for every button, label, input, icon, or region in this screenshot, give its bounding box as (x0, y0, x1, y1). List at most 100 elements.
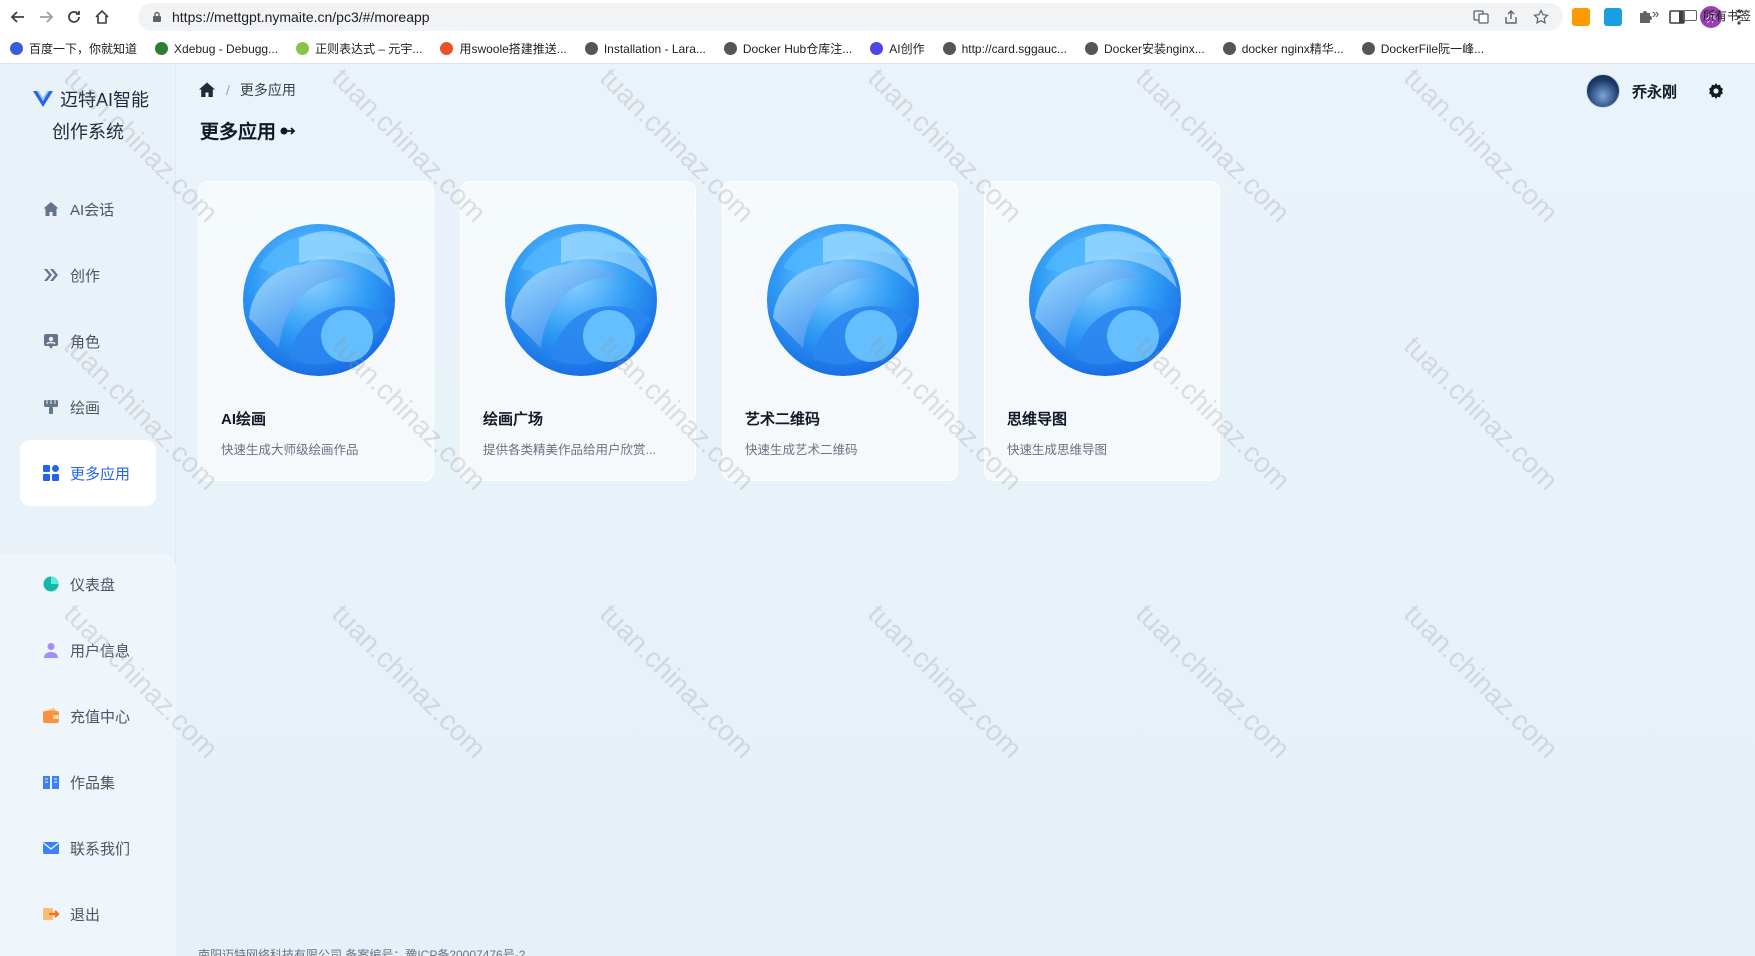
breadcrumb: / 更多应用 (198, 80, 296, 100)
sidebar-item-label: 仪表盘 (70, 576, 116, 594)
reload-button[interactable] (60, 3, 88, 31)
sidebar-item-book[interactable]: 作品集 (20, 749, 156, 815)
brand-name-line2: 创作系统 (52, 122, 124, 142)
app-card[interactable]: AI绘画 快速生成大师级绘画作品 (198, 181, 434, 481)
brush-icon (44, 400, 58, 414)
user-menu[interactable]: 乔永刚 (1585, 74, 1725, 108)
address-bar[interactable]: https://mettgpt.nymaite.cn/pc3/#/moreapp (138, 3, 1563, 31)
secondary-menu: 仪表盘用户信息充值中心作品集联系我们退出 (20, 551, 156, 947)
app-card[interactable]: 绘画广场 提供各类精美作品给用户欣赏... (460, 181, 696, 481)
plus-extension-icon[interactable] (1604, 8, 1622, 26)
app-root: 迈特AI智能 创作系统 AI会话创作角色绘画更多应用 仪表盘用户信息充值中心作品… (0, 64, 1755, 956)
bookmark-label: Docker Hub仓库注... (742, 42, 853, 56)
gear-icon[interactable] (1707, 82, 1725, 100)
bookmark-item[interactable]: Xdebug - Debugg... (155, 42, 278, 56)
sidebar: 迈特AI智能 创作系统 AI会话创作角色绘画更多应用 仪表盘用户信息充值中心作品… (0, 64, 176, 956)
app-card[interactable]: 艺术二维码 快速生成艺术二维码 (722, 181, 958, 481)
sidebar-item-label: 充值中心 (70, 708, 131, 726)
app-orb-icon (767, 224, 919, 376)
home-icon (43, 202, 59, 216)
bookmark-item[interactable]: 正则表达式 – 元宇... (296, 40, 422, 57)
bookmark-item[interactable]: docker nginx精华... (1222, 40, 1344, 57)
sidebar-item-badge[interactable]: 角色 (20, 308, 156, 374)
bookmark-favicon-icon (155, 42, 169, 55)
app-card-desc: 快速生成思维导图 (1007, 443, 1108, 457)
app-card-desc: 快速生成艺术二维码 (745, 443, 858, 457)
url-text: https://mettgpt.nymaite.cn/pc3/#/moreapp (172, 9, 430, 25)
app-card-title: 绘画广场 (483, 411, 544, 428)
bookmark-item[interactable]: AI创作 (870, 40, 925, 57)
sidebar-item-label: 联系我们 (70, 840, 131, 858)
bookmarks-overflow-button[interactable]: » (1652, 6, 1659, 21)
back-button[interactable] (4, 3, 32, 31)
bookmark-item[interactable]: 百度一下，你就知道 (10, 40, 137, 57)
bookmark-label: http://card.sggauc... (961, 41, 1067, 56)
brand-name-line1: 迈特AI智能 (60, 90, 150, 110)
sidebar-item-wallet[interactable]: 充值中心 (20, 683, 156, 749)
arrow-right-icon (40, 11, 54, 23)
main-menu: AI会话创作角色绘画更多应用 (20, 176, 156, 506)
pie-chart-icon (43, 576, 59, 592)
sidebar-item-user[interactable]: 用户信息 (20, 617, 156, 683)
bookmark-label: AI创作 (889, 42, 925, 56)
share-icon[interactable] (1503, 9, 1519, 25)
main-content: / 更多应用 更多应用 乔永刚 AI绘画 快速生成大师级绘画作品 绘画广场 提供… (176, 64, 1755, 956)
app-card-grid: AI绘画 快速生成大师级绘画作品 绘画广场 提供各类精美作品给用户欣赏... 艺术二 (198, 181, 1220, 481)
app-orb-icon (1029, 224, 1181, 376)
sidebar-item-logout[interactable]: 退出 (20, 881, 156, 947)
sidebar-item-grid[interactable]: 更多应用 (20, 440, 156, 506)
sidebar-item-layers[interactable]: 创作 (20, 242, 156, 308)
bookmark-favicon-icon (942, 42, 956, 55)
bookmark-item[interactable]: DockerFile阮一峰... (1361, 40, 1484, 57)
layers-icon (44, 269, 58, 281)
sidebar-item-home[interactable]: AI会话 (20, 176, 156, 242)
title-decoration-icon (280, 126, 296, 135)
home-button[interactable] (88, 3, 116, 31)
bookmark-item[interactable]: http://card.sggauc... (942, 41, 1067, 56)
translate-icon[interactable] (1473, 9, 1489, 25)
bookmark-favicon-icon (870, 42, 884, 55)
sidebar-item-label: 作品集 (70, 774, 116, 792)
avatar[interactable] (1585, 74, 1620, 108)
bookmarks-bar: 百度一下，你就知道 Xdebug - Debugg... 正则表达式 – 元宇...… (0, 34, 1755, 64)
app-orb-icon (243, 224, 395, 376)
star-icon[interactable] (1533, 9, 1549, 25)
brand-logo[interactable]: 迈特AI智能 创作系统 (32, 86, 149, 144)
bookmark-item[interactable]: 用swoole搭建推送... (440, 40, 567, 57)
bookmark-favicon-icon (296, 42, 310, 55)
breadcrumb-separator: / (226, 82, 230, 98)
bookmark-favicon-icon (440, 42, 454, 55)
footer-text: 南阳迈特网络科技有限公司 备案编号：豫ICP备20007476号-2 (198, 948, 526, 956)
user-name[interactable]: 乔永刚 (1632, 81, 1677, 102)
sidebar-item-label: 更多应用 (70, 465, 131, 483)
sidebar-item-label: 绘画 (70, 399, 101, 417)
app-card[interactable]: 思维导图 快速生成思维导图 (984, 181, 1220, 481)
grid-icon (43, 465, 59, 481)
forward-button[interactable] (32, 3, 60, 31)
home-icon[interactable] (198, 81, 216, 99)
bookmark-favicon-icon (584, 42, 598, 55)
badge-icon (44, 334, 58, 349)
bookmark-label: Docker安装nginx... (1104, 42, 1205, 56)
bookmark-label: 用swoole搭建推送... (459, 42, 567, 56)
brand-v-icon (33, 90, 53, 107)
sidebar-item-pie-chart[interactable]: 仪表盘 (20, 551, 156, 617)
sidebar-item-label: 用户信息 (70, 642, 131, 660)
all-bookmarks-label: 所有书签 (1703, 9, 1752, 23)
sidebar-item-label: AI会话 (70, 201, 115, 219)
sidebar-item-mail[interactable]: 联系我们 (20, 815, 156, 881)
bookmark-item[interactable]: Docker安装nginx... (1085, 40, 1205, 57)
all-bookmarks-button[interactable]: 所有书签 (1683, 7, 1751, 24)
mail-icon (43, 842, 59, 854)
bookmark-item[interactable]: Installation - Lara... (584, 42, 706, 56)
folder-icon (1683, 10, 1697, 21)
bookmark-favicon-icon (10, 42, 23, 55)
bookmark-item[interactable]: Docker Hub仓库注... (723, 40, 853, 57)
bookmark-favicon-icon (1085, 42, 1098, 55)
book-icon (43, 776, 59, 789)
sidebar-item-label: 角色 (70, 333, 101, 351)
amazon-extension-icon[interactable] (1572, 8, 1590, 26)
logout-icon (43, 908, 60, 920)
sidebar-item-brush[interactable]: 绘画 (20, 374, 156, 440)
sidebar-item-label: 退出 (70, 906, 101, 924)
